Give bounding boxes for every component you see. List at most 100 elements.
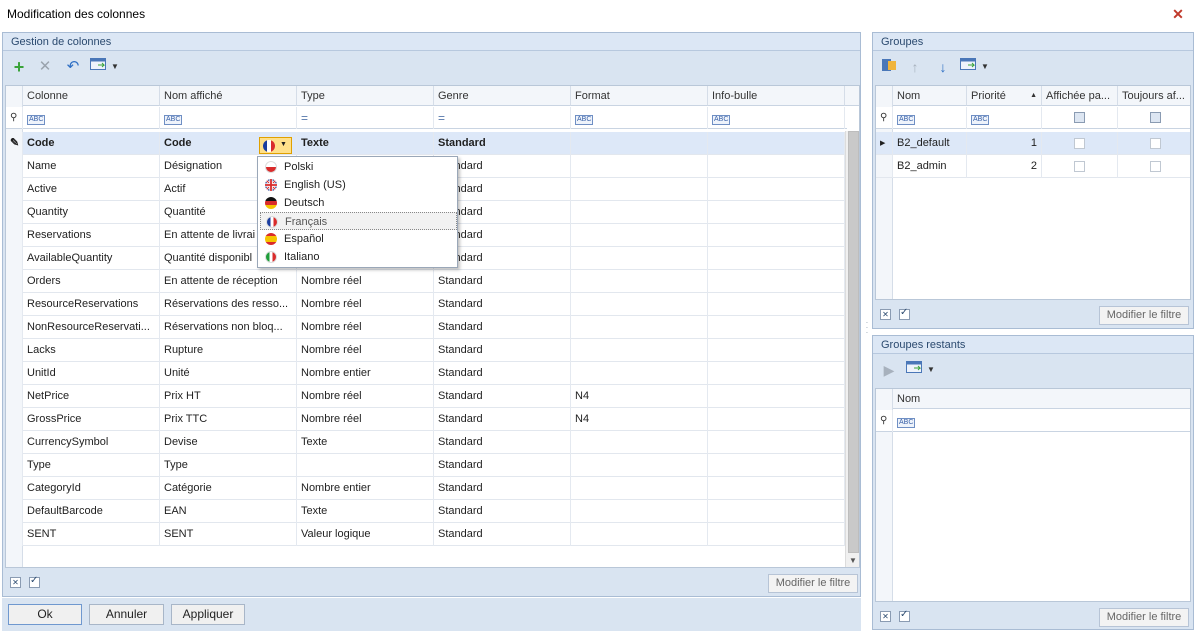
table-row[interactable]: Orders En attente de réception Nombre réel… (6, 270, 845, 293)
chevron-down-icon[interactable]: ▼ (109, 57, 121, 77)
table-cell[interactable]: Valeur logique (297, 523, 434, 546)
table-row[interactable]: NonResourceReservati... Réservations non … (6, 316, 845, 339)
table-cell[interactable]: Lacks (23, 339, 160, 362)
table-cell[interactable]: Prix TTC (160, 408, 297, 431)
table-cell[interactable]: Quantity (23, 201, 160, 224)
language-option-italiano[interactable]: Italiano (260, 248, 457, 266)
table-cell[interactable] (571, 362, 708, 385)
table-cell[interactable] (708, 201, 845, 224)
table-cell[interactable] (708, 362, 845, 385)
table-cell[interactable]: Nombre réel (297, 339, 434, 362)
table-cell[interactable]: CurrencySymbol (23, 431, 160, 454)
chevron-down-icon[interactable]: ▼ (979, 57, 991, 77)
table-cell[interactable]: AvailableQuantity (23, 247, 160, 270)
table-cell[interactable]: Texte (297, 132, 434, 155)
column-header[interactable]: Info-bulle (708, 86, 845, 106)
table-row[interactable]: Lacks Rupture Nombre réel Standard (6, 339, 845, 362)
table-row[interactable]: NetPrice Prix HT Nombre réel Standard N4 (6, 385, 845, 408)
add-icon[interactable]: + (9, 57, 29, 77)
table-cell[interactable] (571, 431, 708, 454)
column-header[interactable]: Format (571, 86, 708, 106)
filter-cell[interactable]: ABC (23, 107, 160, 129)
modify-filter-button[interactable]: Modifier le filtre (768, 574, 858, 593)
table-cell[interactable]: NonResourceReservati... (23, 316, 160, 339)
table-cell[interactable]: DefaultBarcode (23, 500, 160, 523)
table-cell[interactable]: Type (160, 454, 297, 477)
table-cell[interactable]: Devise (160, 431, 297, 454)
column-header[interactable]: Type (297, 86, 434, 106)
grid-view-icon[interactable] (905, 360, 923, 380)
table-cell[interactable] (571, 316, 708, 339)
table-cell[interactable]: Standard (434, 454, 571, 477)
delete-icon[interactable]: ✕ (35, 57, 55, 77)
table-cell[interactable]: SENT (160, 523, 297, 546)
filter-cell[interactable]: ABC (893, 410, 1190, 432)
table-cell[interactable]: Name (23, 155, 160, 178)
table-cell[interactable] (571, 201, 708, 224)
column-header[interactable]: Nom (893, 86, 967, 106)
always-checkbox[interactable] (1150, 161, 1161, 172)
column-header[interactable]: Nom (893, 389, 1190, 409)
table-cell[interactable] (708, 270, 845, 293)
table-cell[interactable] (708, 408, 845, 431)
table-cell[interactable] (708, 132, 845, 155)
add-to-group-icon[interactable]: ▶ (879, 360, 899, 380)
table-cell[interactable]: Nombre réel (297, 270, 434, 293)
table-cell[interactable] (708, 523, 845, 546)
table-cell[interactable]: ResourceReservations (23, 293, 160, 316)
table-row[interactable]: SENT SENT Valeur logique Standard (6, 523, 845, 546)
table-cell[interactable]: Standard (434, 477, 571, 500)
move-down-icon[interactable]: ↓ (933, 57, 953, 77)
clear-filter-icon[interactable]: ✕ (880, 309, 891, 320)
table-cell[interactable]: NetPrice (23, 385, 160, 408)
table-cell[interactable]: En attente de réception (160, 270, 297, 293)
filter-cell[interactable]: ABC (893, 107, 967, 129)
clear-filter-icon[interactable]: ✕ (880, 611, 891, 622)
filter-cell[interactable]: = (297, 107, 434, 129)
filter-cell[interactable]: ABC (571, 107, 708, 129)
table-cell[interactable]: Standard (434, 270, 571, 293)
table-cell[interactable]: Nombre entier (297, 362, 434, 385)
filter-checkbox[interactable] (1150, 112, 1161, 123)
table-cell[interactable]: Nombre réel (297, 408, 434, 431)
scrollbar-thumb[interactable] (848, 131, 859, 553)
table-row[interactable]: Type Type Standard (6, 454, 845, 477)
filter-cell[interactable] (1042, 107, 1118, 129)
table-cell[interactable]: N4 (571, 408, 708, 431)
table-cell[interactable]: Standard (434, 316, 571, 339)
displayed-checkbox[interactable] (1074, 161, 1085, 172)
table-cell[interactable]: Active (23, 178, 160, 201)
table-cell[interactable] (571, 178, 708, 201)
table-cell[interactable] (708, 316, 845, 339)
table-cell[interactable]: Catégorie (160, 477, 297, 500)
table-cell[interactable]: Standard (434, 132, 571, 155)
filter-cell[interactable] (1118, 107, 1190, 129)
close-icon[interactable]: ✕ (1170, 6, 1186, 22)
apply-button[interactable]: Appliquer (171, 604, 245, 625)
filter-enabled-checkbox[interactable] (899, 307, 910, 320)
modify-filter-button[interactable]: Modifier le filtre (1099, 608, 1189, 627)
table-cell[interactable] (708, 477, 845, 500)
table-row[interactable]: GrossPrice Prix TTC Nombre réel Standard N4 (6, 408, 845, 431)
table-cell[interactable]: CategoryId (23, 477, 160, 500)
panel-splitter[interactable]: · · · (864, 319, 870, 340)
cancel-button[interactable]: Annuler (89, 604, 164, 625)
table-cell[interactable] (571, 224, 708, 247)
grid-view-icon[interactable] (89, 57, 107, 77)
filter-checkbox[interactable] (1074, 112, 1085, 123)
undo-icon[interactable]: ↶ (63, 57, 83, 77)
table-cell[interactable]: Nombre entier (297, 477, 434, 500)
table-row[interactable]: UnitId Unité Nombre entier Standard (6, 362, 845, 385)
filter-cell[interactable]: = (434, 107, 571, 129)
table-cell[interactable]: Standard (434, 385, 571, 408)
table-cell[interactable] (571, 477, 708, 500)
language-option-deutsch[interactable]: Deutsch (260, 194, 457, 212)
table-cell[interactable] (571, 270, 708, 293)
modify-filter-button[interactable]: Modifier le filtre (1099, 306, 1189, 325)
table-cell[interactable]: Code (23, 132, 160, 155)
language-selector[interactable]: ▼ (259, 137, 292, 154)
language-option-english[interactable]: English (US) (260, 176, 457, 194)
table-cell[interactable]: Texte (297, 431, 434, 454)
table-cell[interactable]: Standard (434, 339, 571, 362)
ok-button[interactable]: Ok (8, 604, 82, 625)
